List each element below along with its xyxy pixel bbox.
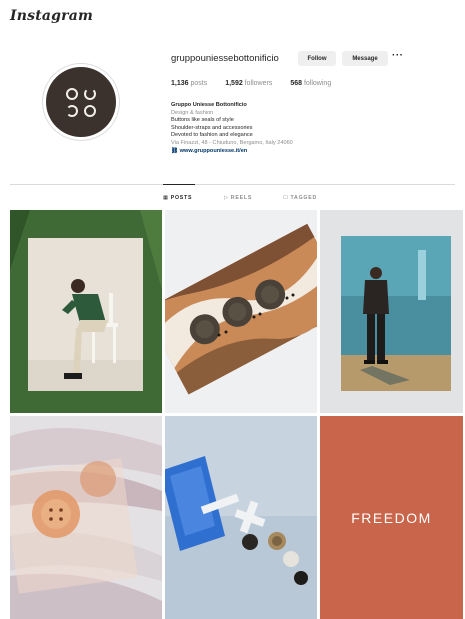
logo-mark-top-left (66, 88, 78, 100)
bio-line-3: Devoted to fashion and elegance (171, 132, 253, 139)
grid-icon: ▦ (163, 195, 169, 201)
logo-mark-bottom-right (84, 105, 96, 117)
post-tile-1[interactable] (10, 210, 162, 413)
freedom-text: FREEDOM (351, 509, 432, 526)
profile-username: gruppouniessebottonificio (171, 53, 279, 64)
bio-category: Design & fashion (171, 109, 214, 116)
photo-buttons-toy (165, 416, 317, 619)
post-tile-4[interactable] (10, 416, 162, 619)
following-count[interactable]: 568 following (290, 80, 331, 87)
photo-model-chair (10, 210, 162, 413)
link-icon: ⛓ (171, 147, 179, 154)
logo-mark-top-right (84, 88, 96, 100)
tab-posts[interactable]: ▦ POSTS (163, 195, 192, 201)
followers-count[interactable]: 1,592 followers (225, 80, 272, 87)
avatar[interactable] (46, 67, 116, 137)
bio-link-row[interactable]: ⛓ www.gruppouniesse.it/en (171, 148, 293, 156)
bio-name: Gruppo Uniesse Bottonificio (171, 102, 247, 108)
posts-grid: FREEDOM (10, 210, 465, 619)
reels-icon: ▷ (224, 195, 229, 201)
tab-tagged[interactable]: ☐ TAGGED (283, 195, 317, 201)
tab-reels[interactable]: ▷ REELS (224, 195, 252, 201)
profile-bio: Gruppo Uniesse Bottonificio Design & fas… (171, 102, 293, 155)
bio-link[interactable]: www.gruppouniesse.it/en (180, 148, 248, 154)
bio-address: Via Finazzi, 48 - Chiuduno, Bergamo, Ita… (171, 139, 293, 146)
post-tile-6[interactable]: FREEDOM (320, 416, 463, 619)
active-tab-indicator (163, 184, 195, 185)
more-options-button[interactable]: ··· (392, 50, 404, 61)
post-tile-3[interactable] (320, 210, 463, 413)
tagged-icon: ☐ (283, 195, 289, 201)
logo-mark-bottom-left (66, 105, 78, 117)
instagram-logo[interactable]: Instagram (10, 8, 93, 24)
posts-count: 1,136 posts (171, 80, 208, 87)
follow-button[interactable]: Follow (298, 51, 336, 66)
photo-buttons-fabric (10, 416, 162, 619)
bio-line-1: Buttons like seals of style (171, 117, 234, 124)
post-tile-2[interactable] (165, 210, 317, 413)
bio-line-2: Shoulder-straps and accessories (171, 124, 253, 131)
tabs-divider (10, 184, 455, 185)
photo-man-standing (320, 210, 463, 413)
message-button[interactable]: Message (342, 51, 388, 66)
post-tile-5[interactable] (165, 416, 317, 619)
photo-buttons-marble (165, 210, 317, 413)
profile-stats: 1,136 posts 1,592 followers 568 followin… (171, 80, 331, 87)
